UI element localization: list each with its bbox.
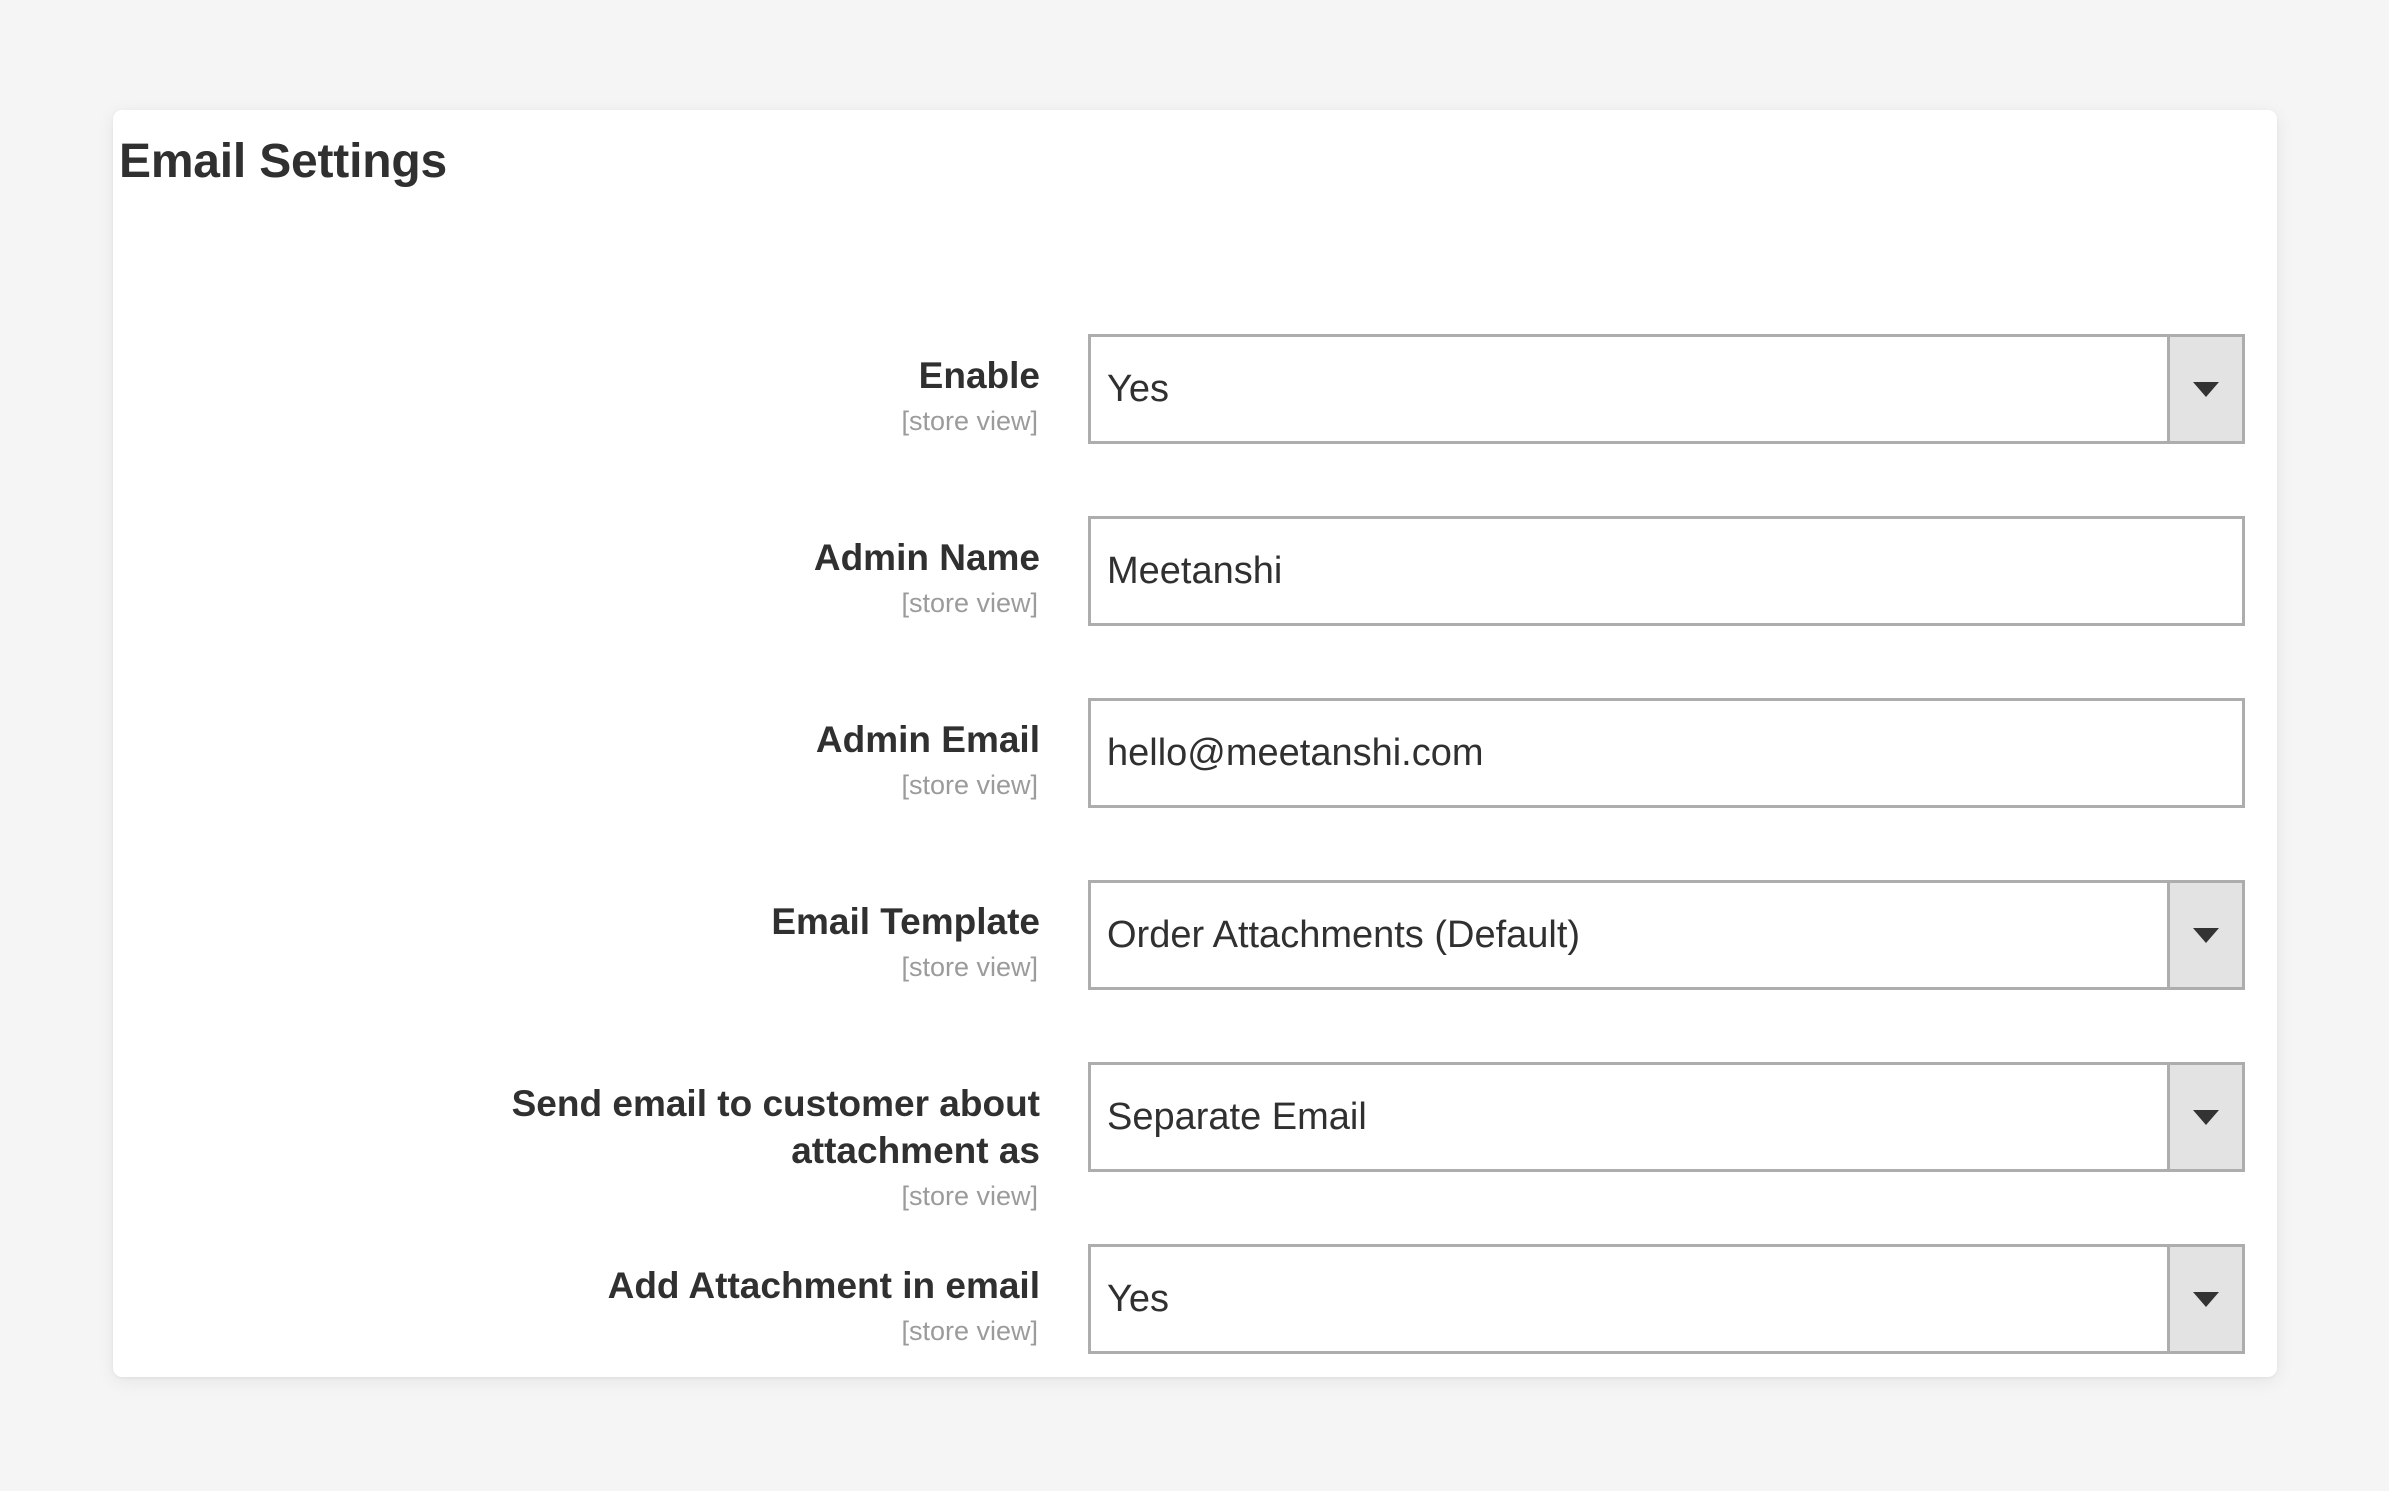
enable-select-value: Yes bbox=[1107, 367, 1169, 410]
add-attachment-select[interactable]: Yes bbox=[1088, 1244, 2245, 1354]
add-attachment-select-arrow-button[interactable] bbox=[2167, 1247, 2242, 1351]
form-row-send-email-as: Send email to customer about attachment … bbox=[113, 1062, 2277, 1244]
field-scope-admin-name: [store view] bbox=[901, 588, 1038, 618]
send-email-as-select-arrow-button[interactable] bbox=[2167, 1065, 2242, 1169]
field-control-enable: Yes bbox=[1088, 334, 2245, 444]
chevron-down-icon bbox=[2193, 1291, 2219, 1307]
email-template-select[interactable]: Order Attachments (Default) bbox=[1088, 880, 2245, 990]
form-row-enable: Enable [store view] Yes bbox=[113, 334, 2277, 516]
field-label-enable: Enable bbox=[918, 355, 1040, 396]
field-label-group-email-template: Email Template [store view] bbox=[180, 880, 1040, 984]
field-control-add-attachment: Yes bbox=[1088, 1244, 2245, 1354]
field-label-group-send-email-as: Send email to customer about attachment … bbox=[180, 1062, 1040, 1213]
admin-email-input[interactable]: hello@meetanshi.com bbox=[1088, 698, 2245, 808]
admin-name-input[interactable]: Meetanshi bbox=[1088, 516, 2245, 626]
field-scope-email-template: [store view] bbox=[901, 952, 1038, 982]
field-control-send-email-as: Separate Email bbox=[1088, 1062, 2245, 1172]
form-row-admin-email: Admin Email [store view] hello@meetanshi… bbox=[113, 698, 2277, 880]
field-scope-send-email-as: [store view] bbox=[901, 1181, 1038, 1211]
form-row-email-template: Email Template [store view] Order Attach… bbox=[113, 880, 2277, 1062]
email-template-select-arrow-button[interactable] bbox=[2167, 883, 2242, 987]
chevron-down-icon bbox=[2193, 381, 2219, 397]
field-label-send-email-as: Send email to customer about attachment … bbox=[511, 1083, 1040, 1171]
send-email-as-select-value: Separate Email bbox=[1107, 1095, 1367, 1138]
field-scope-enable: [store view] bbox=[901, 406, 1038, 436]
field-control-email-template: Order Attachments (Default) bbox=[1088, 880, 2245, 990]
page-title: Email Settings bbox=[119, 135, 447, 188]
field-scope-add-attachment: [store view] bbox=[901, 1316, 1038, 1346]
email-settings-panel: Email Settings Enable [store view] Yes A… bbox=[113, 110, 2277, 1377]
field-label-admin-name: Admin Name bbox=[813, 537, 1040, 578]
form-row-add-attachment: Add Attachment in email [store view] Yes bbox=[113, 1244, 2277, 1377]
email-settings-form: Enable [store view] Yes Admin Name [stor… bbox=[113, 334, 2277, 1377]
chevron-down-icon bbox=[2193, 1109, 2219, 1125]
form-row-admin-name: Admin Name [store view] Meetanshi bbox=[113, 516, 2277, 698]
field-scope-admin-email: [store view] bbox=[901, 770, 1038, 800]
field-label-group-enable: Enable [store view] bbox=[180, 334, 1040, 438]
add-attachment-select-value: Yes bbox=[1107, 1277, 1169, 1320]
email-template-select-value: Order Attachments (Default) bbox=[1107, 913, 1581, 956]
enable-select[interactable]: Yes bbox=[1088, 334, 2245, 444]
field-label-group-add-attachment: Add Attachment in email [store view] bbox=[180, 1244, 1040, 1348]
enable-select-arrow-button[interactable] bbox=[2167, 337, 2242, 441]
field-control-admin-email: hello@meetanshi.com bbox=[1088, 698, 2245, 808]
page-background: Email Settings Enable [store view] Yes A… bbox=[0, 0, 2389, 1491]
field-label-group-admin-email: Admin Email [store view] bbox=[180, 698, 1040, 802]
field-label-group-admin-name: Admin Name [store view] bbox=[180, 516, 1040, 620]
field-label-admin-email: Admin Email bbox=[815, 719, 1040, 760]
field-control-admin-name: Meetanshi bbox=[1088, 516, 2245, 626]
send-email-as-select[interactable]: Separate Email bbox=[1088, 1062, 2245, 1172]
field-label-add-attachment: Add Attachment in email bbox=[607, 1265, 1040, 1306]
chevron-down-icon bbox=[2193, 927, 2219, 943]
field-label-email-template: Email Template bbox=[771, 901, 1040, 942]
